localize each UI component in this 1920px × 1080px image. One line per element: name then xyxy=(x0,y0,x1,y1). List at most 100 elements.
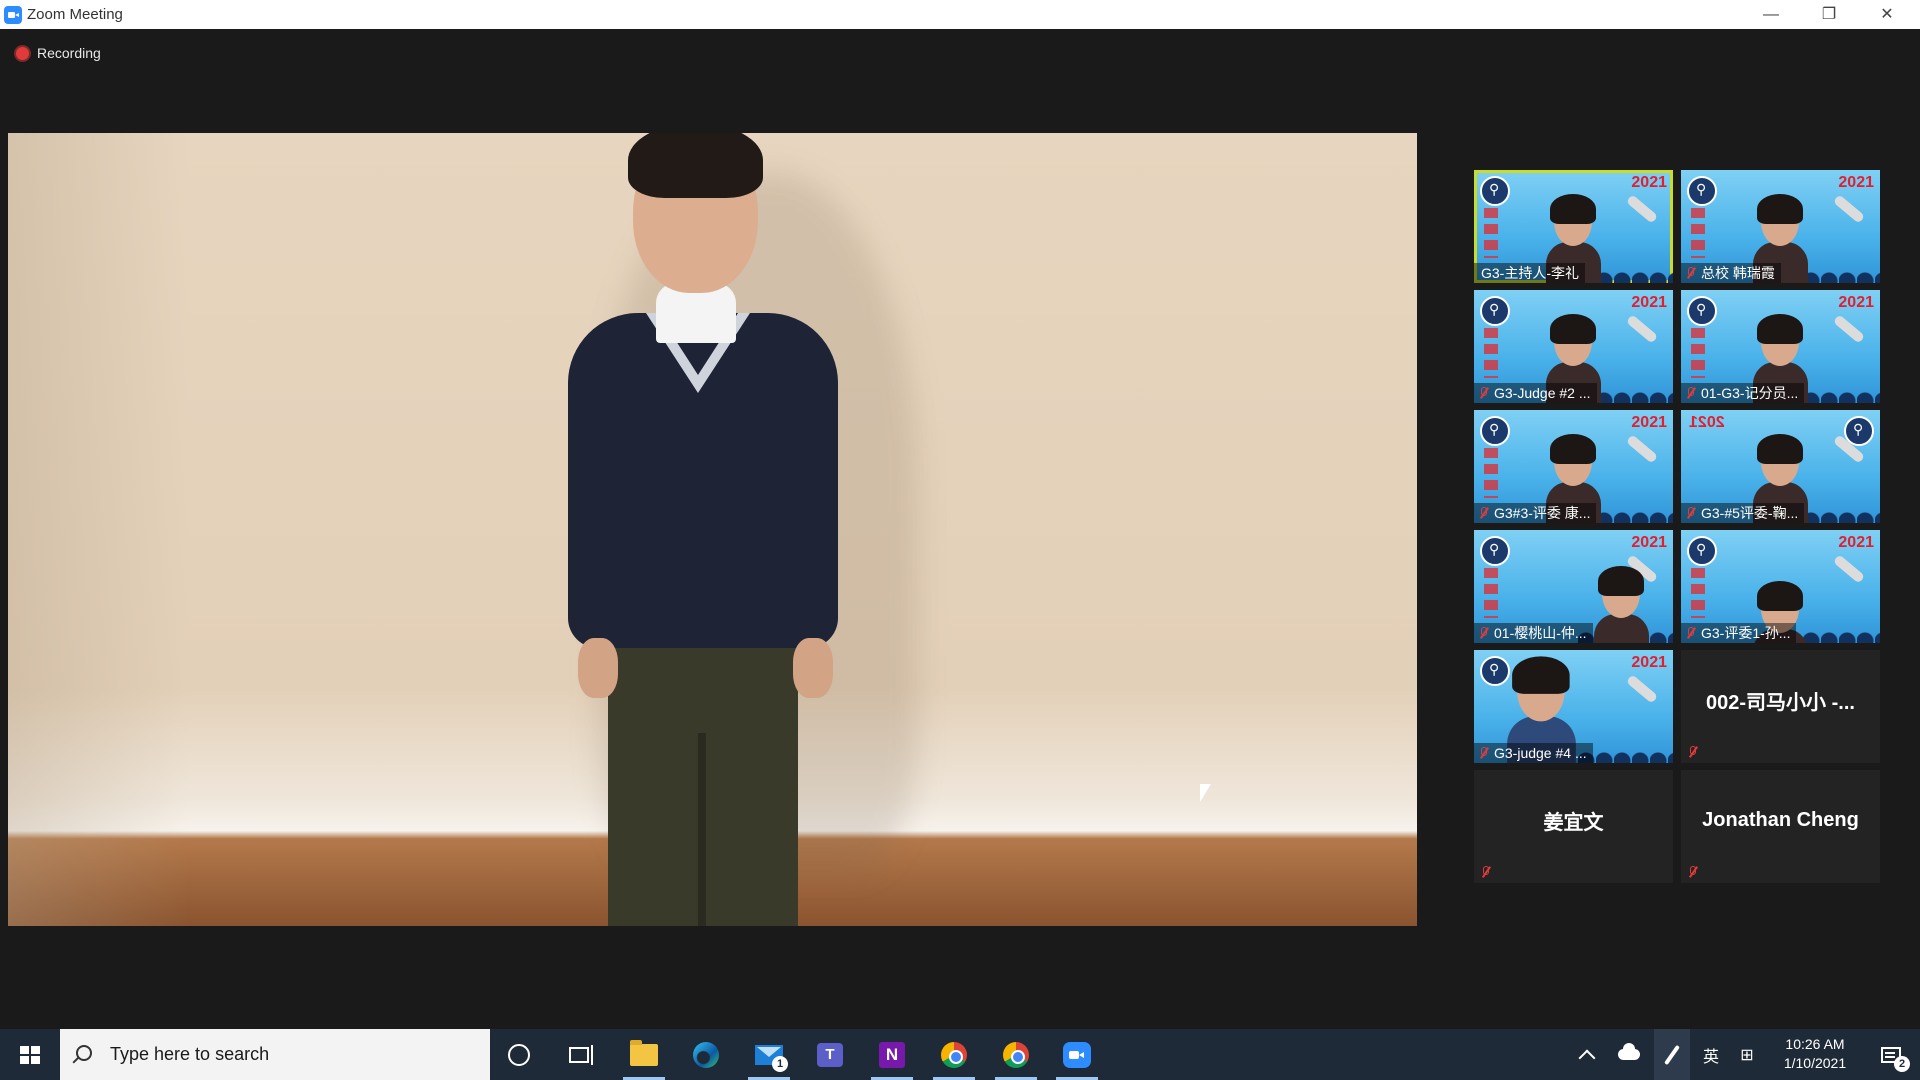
red-banner-graphic xyxy=(1484,208,1498,258)
start-button[interactable] xyxy=(0,1029,60,1080)
participant-name-bar: G3-评委1-孙... xyxy=(1681,623,1797,643)
participant-name: G3-#5评委-鞠... xyxy=(1701,505,1799,521)
pen-workspace-button[interactable] xyxy=(1654,1029,1690,1080)
participant-tile-no-video[interactable]: 姜宜文 xyxy=(1474,770,1673,883)
participant-name: 总校 韩瑞霞 xyxy=(1701,265,1775,281)
windows-taskbar: Type here to search 1 T N 英 ⊞ 10:26 AM 1… xyxy=(0,1029,1920,1080)
show-hidden-icons-button[interactable] xyxy=(1572,1029,1602,1080)
task-view-icon xyxy=(569,1044,593,1065)
taskbar-search-box[interactable]: Type here to search xyxy=(60,1029,490,1080)
microphone-graphic xyxy=(1625,314,1659,344)
participant-name-large: 姜宜文 xyxy=(1543,811,1604,834)
participant-tile[interactable]: 2021 G3-#5评委-鞠... xyxy=(1681,410,1880,523)
speaker-hair xyxy=(628,133,763,198)
participant-name-large: 002-司马小小 -... xyxy=(1706,691,1855,714)
participant-tile[interactable]: 2021 G3-judge #4 ... xyxy=(1474,650,1673,763)
muted-mic-icon xyxy=(1685,266,1697,280)
red-banner-graphic xyxy=(1484,328,1498,378)
microphone-graphic xyxy=(1832,554,1866,584)
participant-name: 01-樱桃山-仲... xyxy=(1494,625,1587,641)
task-view-button[interactable] xyxy=(552,1029,606,1080)
participant-tile[interactable]: 2021 01-樱桃山-仲... xyxy=(1474,530,1673,643)
participant-tile[interactable]: 2021 G3-主持人-李礼 xyxy=(1474,170,1673,283)
active-speaker-video[interactable] xyxy=(8,133,1417,926)
meeting-area: Recording 2021 G3-主持人-李礼 xyxy=(0,29,1920,1029)
taskbar-clock[interactable]: 10:26 AM 1/10/2021 xyxy=(1770,1029,1860,1080)
teams-button[interactable]: T xyxy=(803,1029,857,1080)
participant-name: G3-主持人-李礼 xyxy=(1481,265,1579,281)
notification-count-badge: 2 xyxy=(1894,1056,1910,1072)
school-crest-icon xyxy=(1480,176,1510,206)
action-center-button[interactable]: 2 xyxy=(1868,1029,1914,1080)
onenote-button[interactable]: N xyxy=(865,1029,919,1080)
participant-name: G3-评委1-孙... xyxy=(1701,625,1791,641)
microphone-graphic xyxy=(1832,194,1866,224)
file-explorer-button[interactable] xyxy=(617,1029,671,1080)
muted-mic-icon xyxy=(1687,745,1699,759)
participant-tile[interactable]: 2021 G3-评委1-孙... xyxy=(1681,530,1880,643)
red-banner-graphic xyxy=(1691,328,1705,378)
participant-tile[interactable]: 2021 G3-Judge #2 ... xyxy=(1474,290,1673,403)
input-language-button[interactable]: 英 xyxy=(1696,1029,1726,1080)
restore-button[interactable]: ❐ xyxy=(1800,0,1858,29)
cortana-icon xyxy=(508,1043,530,1066)
minimize-button[interactable]: — xyxy=(1742,0,1800,29)
virtual-bg-year: 2021 xyxy=(1689,414,1725,431)
edge-browser-icon xyxy=(693,1041,719,1068)
onedrive-button[interactable] xyxy=(1612,1029,1646,1080)
ime-mode-button[interactable]: ⊞ xyxy=(1732,1029,1762,1080)
virtual-bg-year: 2021 xyxy=(1631,174,1667,191)
virtual-bg-year: 2021 xyxy=(1631,294,1667,311)
participant-name-bar: G3-主持人-李礼 xyxy=(1474,263,1585,283)
red-banner-graphic xyxy=(1484,568,1498,618)
zoom-app-icon xyxy=(4,6,22,24)
participant-tile-no-video[interactable]: Jonathan Cheng xyxy=(1681,770,1880,883)
teams-icon: T xyxy=(817,1042,843,1067)
recording-label: Recording xyxy=(37,45,101,61)
school-crest-icon xyxy=(1687,536,1717,566)
microphone-graphic xyxy=(1625,194,1659,224)
school-crest-icon xyxy=(1480,656,1510,686)
chrome-profile-button[interactable] xyxy=(989,1029,1043,1080)
mail-button[interactable]: 1 xyxy=(742,1029,796,1080)
close-button[interactable]: ✕ xyxy=(1858,0,1916,29)
school-crest-icon xyxy=(1480,296,1510,326)
chrome-button[interactable] xyxy=(927,1029,981,1080)
participant-name-bar: G3-judge #4 ... xyxy=(1474,743,1593,763)
wall-shading xyxy=(8,133,188,926)
pen-icon xyxy=(1664,1044,1680,1065)
recording-indicator[interactable]: Recording xyxy=(16,45,101,61)
virtual-bg-year: 2021 xyxy=(1631,534,1667,551)
search-placeholder: Type here to search xyxy=(110,1044,270,1064)
zoom-icon xyxy=(1063,1041,1091,1068)
participant-tile[interactable]: 2021 01-G3-记分员... xyxy=(1681,290,1880,403)
virtual-bg-year: 2021 xyxy=(1838,534,1874,551)
participant-name: G3#3-评委 康... xyxy=(1494,505,1591,521)
red-banner-graphic xyxy=(1691,208,1705,258)
muted-mic-icon xyxy=(1685,506,1697,520)
edge-button[interactable] xyxy=(679,1029,733,1080)
muted-mic-icon xyxy=(1687,865,1699,879)
participant-name-large: Jonathan Cheng xyxy=(1702,808,1859,831)
ime-grid-icon: ⊞ xyxy=(1740,1046,1754,1064)
participant-tile-no-video[interactable]: 002-司马小小 -... xyxy=(1681,650,1880,763)
clock-time: 10:26 AM xyxy=(1785,1036,1845,1052)
windows-logo-icon xyxy=(20,1046,40,1064)
red-banner-graphic xyxy=(1484,448,1498,498)
participant-tile[interactable]: 2021 总校 韩瑞霞 xyxy=(1681,170,1880,283)
red-banner-graphic xyxy=(1691,568,1705,618)
cortana-button[interactable] xyxy=(492,1029,546,1080)
muted-mic-icon xyxy=(1478,386,1490,400)
muted-mic-icon xyxy=(1478,506,1490,520)
close-icon: ✕ xyxy=(1880,6,1894,23)
file-explorer-icon xyxy=(630,1039,658,1066)
restore-icon: ❐ xyxy=(1821,6,1837,23)
participant-name-bar: 01-G3-记分员... xyxy=(1681,383,1805,403)
microphone-graphic xyxy=(1625,674,1659,704)
participant-tile[interactable]: 2021 G3#3-评委 康... xyxy=(1474,410,1673,523)
zoom-taskbar-button[interactable] xyxy=(1050,1029,1104,1080)
muted-mic-icon xyxy=(1685,386,1697,400)
speaker-figure xyxy=(548,133,878,926)
virtual-bg-year: 2021 xyxy=(1838,174,1874,191)
participant-name-bar: 01-樱桃山-仲... xyxy=(1474,623,1593,643)
